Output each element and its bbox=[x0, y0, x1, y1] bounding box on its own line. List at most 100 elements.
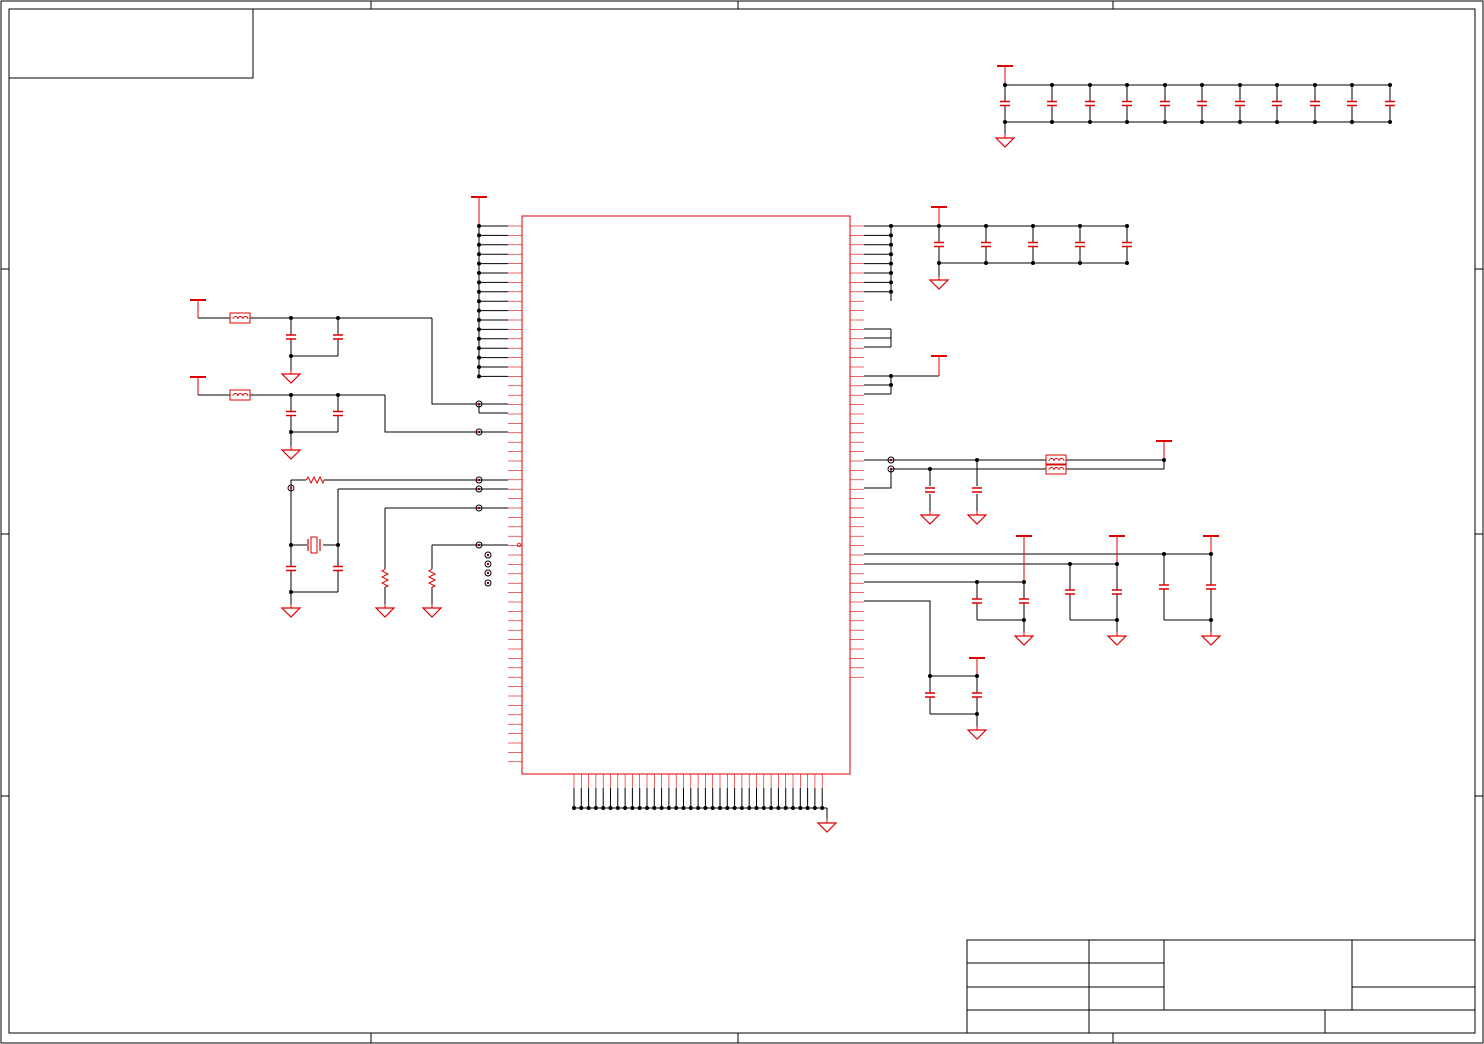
junction-dot bbox=[593, 806, 598, 810]
junction-dot bbox=[1200, 83, 1204, 87]
junction-dot bbox=[1163, 120, 1167, 124]
resistor bbox=[427, 568, 437, 588]
junction-dot bbox=[477, 242, 481, 247]
wire bbox=[864, 600, 931, 676]
junction-dot bbox=[1031, 224, 1035, 228]
capacitor bbox=[972, 598, 982, 604]
inductor bbox=[229, 312, 251, 324]
junction-dot bbox=[710, 806, 715, 810]
junction-dot bbox=[1003, 83, 1007, 87]
junction-dot bbox=[336, 316, 340, 320]
capacitor bbox=[1000, 100, 1010, 107]
capacitor bbox=[333, 410, 343, 417]
capacitor bbox=[1159, 584, 1169, 590]
junction-dot bbox=[776, 806, 781, 810]
ground-symbol bbox=[374, 604, 396, 618]
junction-dot bbox=[289, 316, 293, 320]
junction-dot bbox=[1115, 618, 1119, 622]
junction-dot bbox=[718, 806, 722, 810]
junction-dot bbox=[1125, 224, 1129, 228]
junction-dot bbox=[975, 458, 979, 462]
junction-dot bbox=[1350, 120, 1354, 124]
ground-symbol bbox=[994, 134, 1016, 148]
junction-dot bbox=[1050, 120, 1054, 124]
junction-dot bbox=[477, 261, 481, 266]
junction-dot bbox=[637, 806, 642, 810]
junction-dot bbox=[889, 289, 893, 294]
junction-dot bbox=[889, 271, 893, 275]
junction-dot bbox=[1125, 120, 1129, 124]
junction-dot bbox=[747, 806, 752, 810]
junction-dot bbox=[477, 233, 481, 238]
junction-dot bbox=[984, 261, 988, 265]
power-symbol bbox=[190, 299, 206, 318]
junction-dot bbox=[783, 806, 788, 810]
junction-dot bbox=[289, 590, 293, 594]
ground-symbol bbox=[1013, 632, 1035, 646]
junction-dot bbox=[608, 806, 613, 810]
capacitor bbox=[1206, 584, 1216, 590]
junction-dot bbox=[1162, 552, 1166, 556]
ground-symbol bbox=[816, 819, 838, 833]
power-symbol bbox=[190, 376, 206, 395]
power-symbol bbox=[931, 206, 947, 226]
schematic-sheet bbox=[0, 0, 1484, 1044]
junction-dot bbox=[937, 224, 941, 228]
junction-dot bbox=[1125, 261, 1129, 265]
junction-dot bbox=[1238, 83, 1242, 87]
ground-symbol bbox=[421, 604, 443, 618]
junction-dot bbox=[1209, 618, 1213, 622]
junction-dot bbox=[703, 806, 708, 810]
junction-dot bbox=[477, 224, 481, 228]
junction-dot bbox=[601, 806, 606, 810]
capacitor bbox=[1122, 241, 1132, 248]
junction-dot bbox=[652, 806, 657, 810]
title-block bbox=[966, 939, 1476, 1034]
capacitor bbox=[925, 692, 935, 698]
junction-dot bbox=[889, 383, 893, 387]
junction-dot bbox=[572, 806, 576, 810]
junction-dot bbox=[1350, 83, 1354, 87]
capacitor bbox=[1272, 100, 1282, 107]
junction-dot bbox=[289, 393, 293, 397]
capacitor bbox=[925, 487, 935, 493]
junction-dot bbox=[984, 224, 988, 228]
junction-dot bbox=[336, 393, 340, 397]
crystal bbox=[307, 536, 321, 554]
junction-dot bbox=[477, 346, 481, 351]
capacitor bbox=[1385, 100, 1395, 107]
capacitor bbox=[934, 241, 944, 248]
junction-dot bbox=[1050, 83, 1054, 87]
junction-dot bbox=[477, 252, 481, 257]
capacitor bbox=[1112, 589, 1122, 595]
junction-dot bbox=[1388, 120, 1392, 124]
junction-dot bbox=[289, 430, 293, 434]
capacitor bbox=[286, 410, 296, 417]
capacitor bbox=[1310, 100, 1320, 107]
power-symbol bbox=[969, 657, 985, 676]
junction-dot bbox=[477, 336, 481, 341]
capacitor bbox=[972, 487, 982, 493]
capacitor bbox=[286, 565, 296, 572]
junction-dot bbox=[820, 806, 825, 810]
junction-dot bbox=[1115, 562, 1119, 566]
junction-dot bbox=[645, 806, 649, 810]
junction-dot bbox=[289, 354, 293, 358]
junction-dot bbox=[725, 806, 730, 810]
capacitor bbox=[1197, 100, 1207, 107]
junction-dot bbox=[1162, 458, 1166, 462]
junction-dot bbox=[889, 374, 893, 378]
junction-dot bbox=[1275, 120, 1279, 124]
junction-dot bbox=[1068, 562, 1072, 566]
capacitor bbox=[1160, 100, 1170, 107]
ground-symbol bbox=[928, 276, 950, 290]
junction-dot bbox=[928, 674, 932, 678]
power-symbol bbox=[1016, 535, 1032, 582]
wire bbox=[864, 469, 892, 489]
junction-dot bbox=[1238, 120, 1242, 124]
junction-dot bbox=[889, 224, 893, 228]
components bbox=[190, 65, 1395, 833]
junction-dot bbox=[477, 327, 481, 332]
junction-dot bbox=[754, 806, 759, 810]
junction-dot bbox=[1022, 580, 1026, 584]
